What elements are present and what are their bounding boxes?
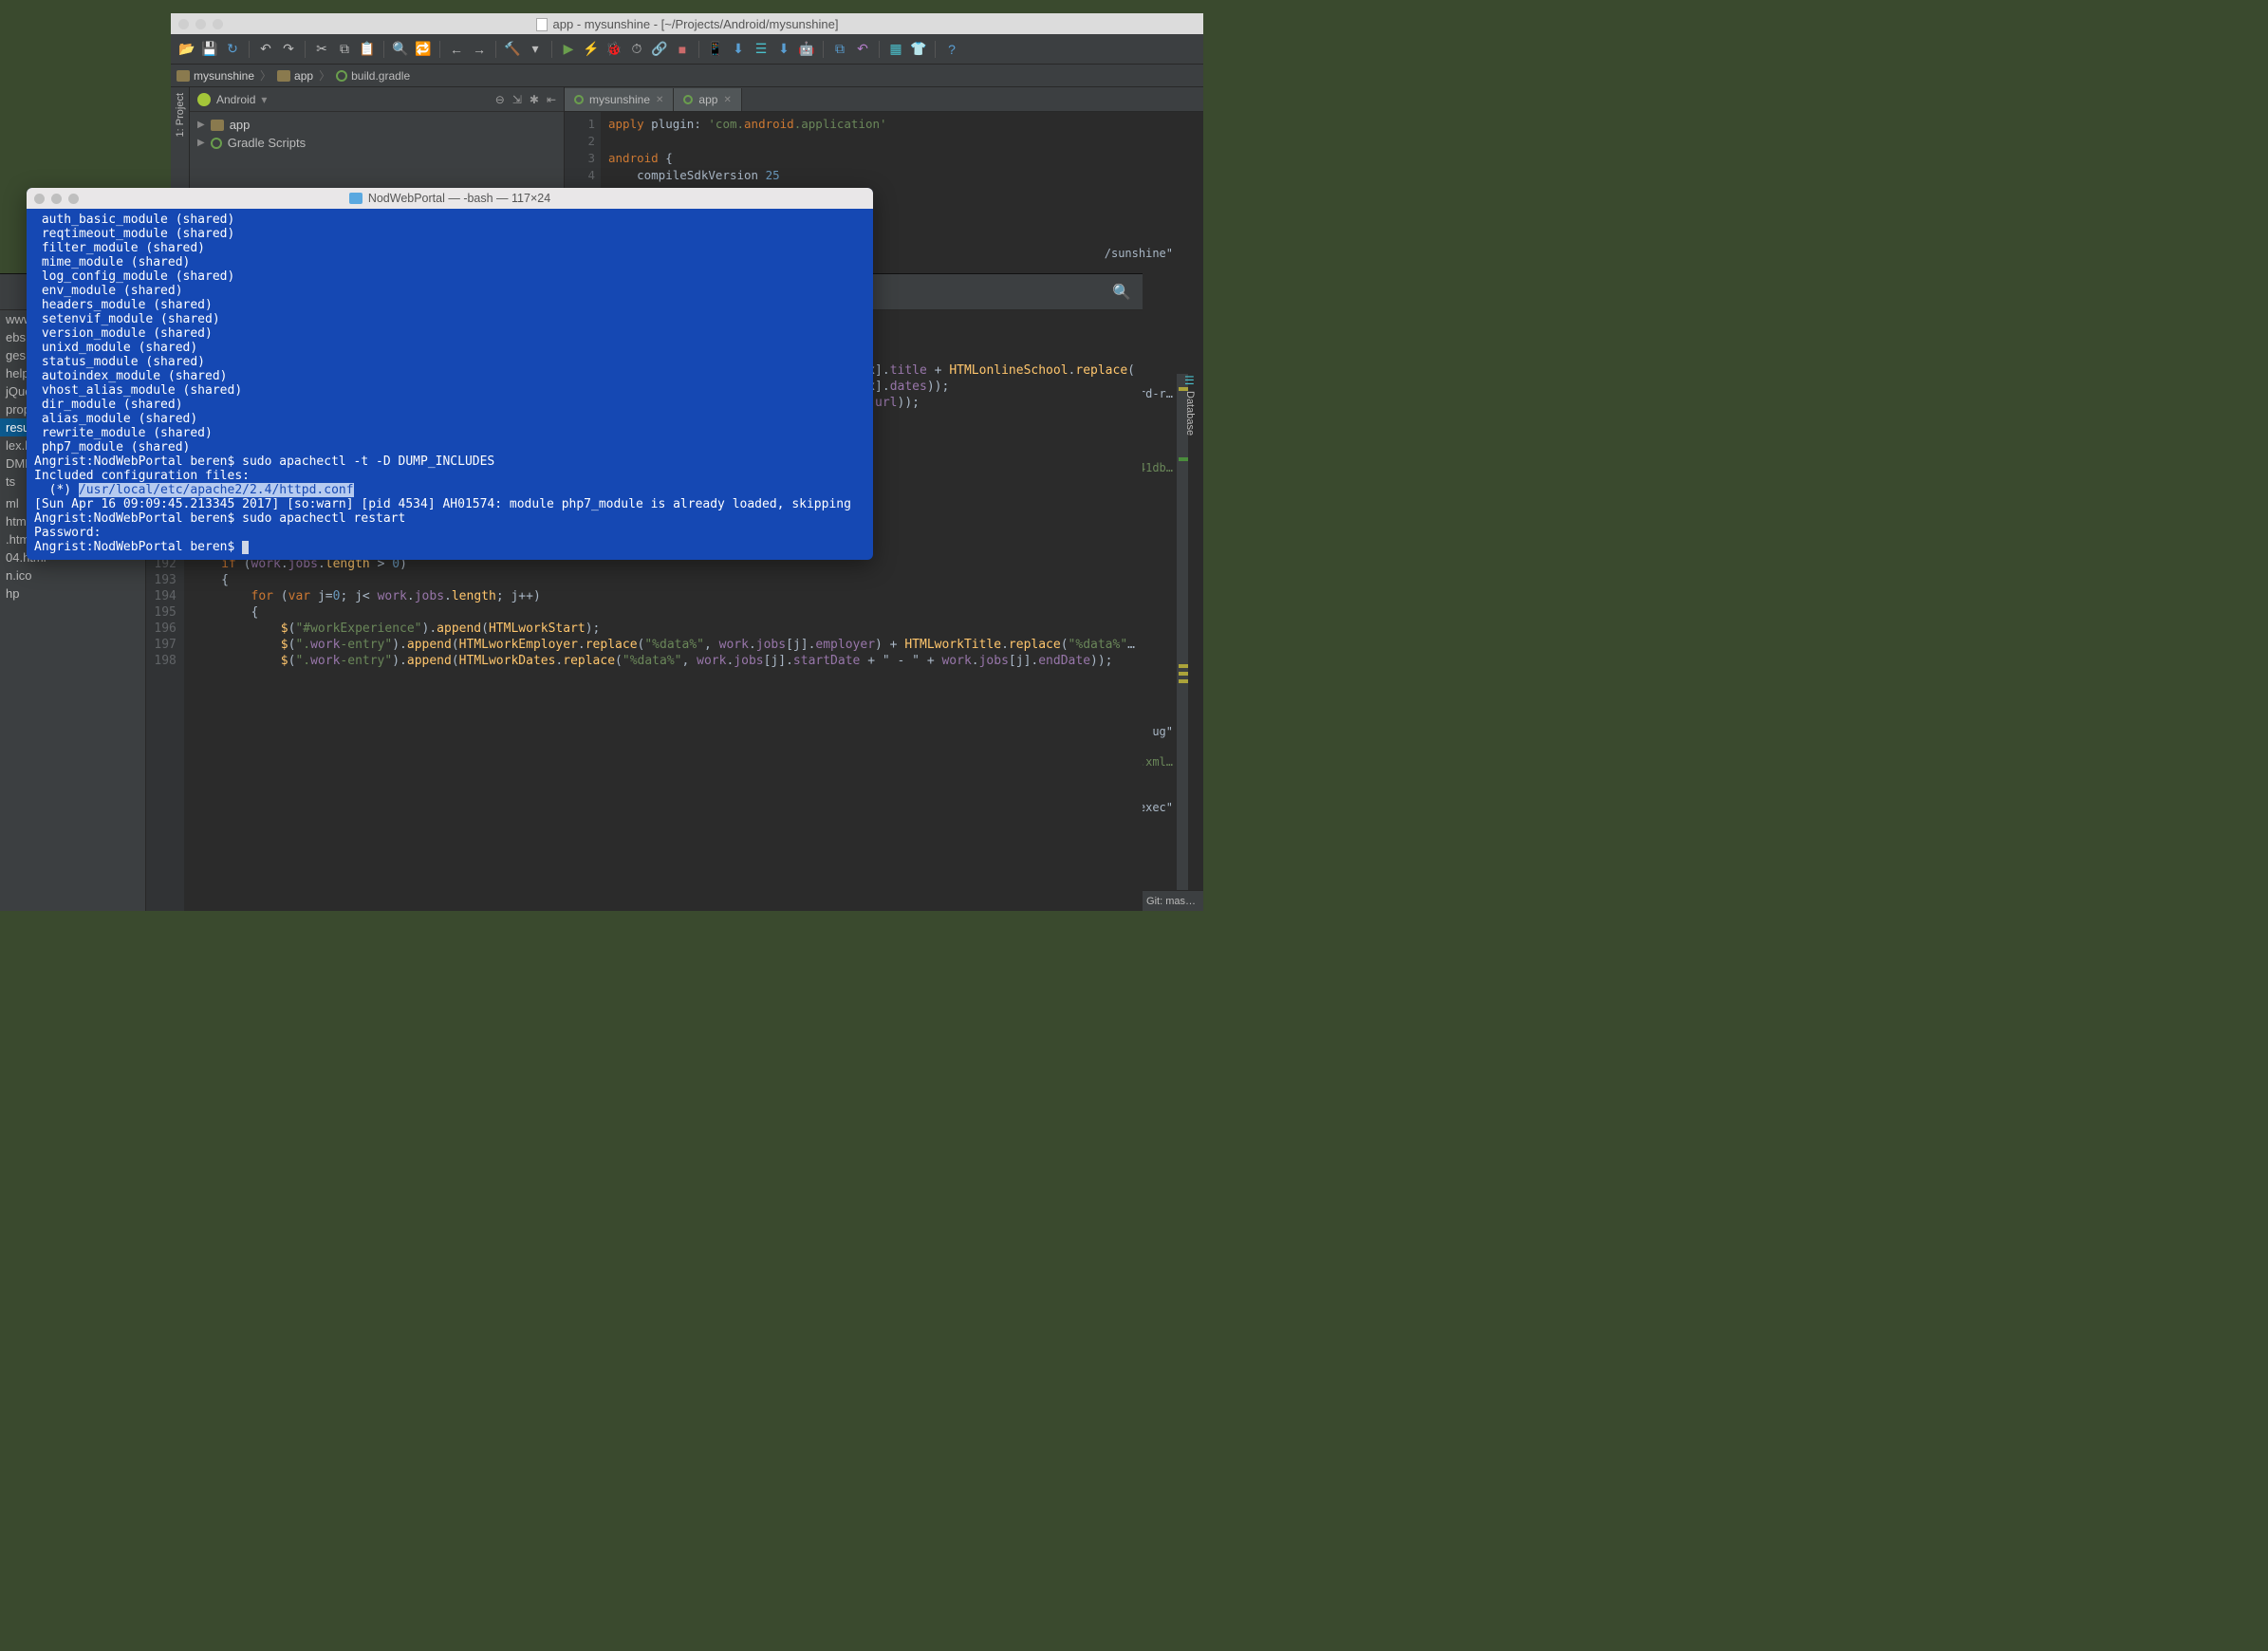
paste-icon[interactable]: 📋 (357, 39, 378, 60)
breadcrumb-project[interactable]: mysunshine (194, 69, 254, 83)
gutter-mark[interactable] (1179, 672, 1188, 676)
help-icon[interactable]: ? (941, 39, 962, 60)
chevron-right-icon: 〉 (260, 67, 271, 83)
gutter-mark[interactable] (1179, 457, 1188, 461)
settings-icon[interactable]: ✱ (530, 93, 539, 106)
close-icon[interactable] (34, 194, 45, 204)
right-tool-tabs: ☰ Database (1184, 374, 1203, 436)
main-toolbar: 📂 💾 ↻ ↶ ↷ ✂ ⧉ 📋 🔍 🔁 ← → 🔨 ▾ ▶ ⚡ 🐞 ⏱ 🔗 ■ … (171, 34, 1203, 65)
gradle-icon (574, 95, 584, 104)
window-controls[interactable] (34, 194, 79, 204)
file-item[interactable]: hp (0, 584, 145, 603)
open-icon[interactable]: 📂 (177, 39, 197, 60)
attach-icon[interactable]: 🔗 (649, 39, 670, 60)
tree-node-app[interactable]: ▶ app (197, 116, 556, 134)
folder-icon (211, 120, 224, 131)
run-icon[interactable]: ▶ (558, 39, 579, 60)
folder-icon (177, 70, 190, 82)
search-icon[interactable]: 🔍 (1112, 283, 1131, 302)
database-icon[interactable]: ☰ (1184, 374, 1203, 387)
download-icon[interactable]: ⬇ (773, 39, 794, 60)
android-icon[interactable]: 🤖 (796, 39, 817, 60)
hide-icon[interactable]: ⇤ (547, 93, 556, 106)
database-tab[interactable]: Database (1184, 391, 1196, 436)
breadcrumb-file[interactable]: build.gradle (351, 69, 410, 83)
run-config-icon[interactable]: ▾ (525, 39, 546, 60)
cut-icon[interactable]: ✂ (311, 39, 332, 60)
gutter-mark[interactable] (1179, 664, 1188, 668)
project-view-mode[interactable]: Android (216, 93, 255, 106)
tree-label: app (230, 118, 251, 132)
structure-icon[interactable]: ⧉ (829, 39, 850, 60)
disclosure-icon[interactable]: ▶ (197, 138, 205, 148)
terminal-titlebar[interactable]: NodWebPortal — -bash — 117×24 (27, 188, 873, 209)
right-gutter (1177, 374, 1188, 892)
close-icon[interactable] (178, 19, 189, 29)
collapse-icon[interactable]: ⊖ (495, 93, 505, 106)
find-icon[interactable]: 🔍 (390, 39, 411, 60)
save-icon[interactable]: 💾 (199, 39, 220, 60)
editor-tabs: mysunshine ✕ app ✕ (565, 87, 1203, 112)
copy-icon[interactable]: ⧉ (334, 39, 355, 60)
tree-node-gradle[interactable]: ▶ Gradle Scripts (197, 134, 556, 152)
layout-icon[interactable]: ▦ (885, 39, 906, 60)
gradle-icon (683, 95, 693, 104)
disclosure-icon[interactable]: ▶ (197, 120, 205, 130)
project-tree: ▶ app ▶ Gradle Scripts (190, 112, 564, 156)
redo-icon[interactable]: ↷ (278, 39, 299, 60)
debug-icon[interactable]: 🐞 (604, 39, 624, 60)
breadcrumb-module[interactable]: app (294, 69, 313, 83)
tab-label: mysunshine (589, 93, 650, 106)
minimize-icon[interactable] (51, 194, 62, 204)
zoom-icon[interactable] (213, 19, 223, 29)
expand-icon[interactable]: ⇲ (512, 93, 522, 106)
undo-icon[interactable]: ↶ (255, 39, 276, 60)
android-icon (197, 93, 211, 106)
replace-icon[interactable]: 🔁 (413, 39, 434, 60)
editor-tab-app[interactable]: app ✕ (674, 88, 741, 111)
forward-icon[interactable]: → (469, 39, 490, 60)
terminal-output[interactable]: auth_basic_module (shared) reqtimeout_mo… (27, 209, 873, 558)
theme-icon[interactable]: 👕 (908, 39, 929, 60)
gutter-mark[interactable] (1179, 679, 1188, 683)
gradle-icon (211, 138, 222, 149)
zoom-icon[interactable] (68, 194, 79, 204)
git-indicator[interactable]: Git: mas… (1146, 896, 1196, 907)
minimize-icon[interactable] (195, 19, 206, 29)
breadcrumb: mysunshine 〉 app 〉 build.gradle (171, 65, 1203, 87)
window-title: app - mysunshine - [~/Projects/Android/m… (553, 17, 839, 31)
make-icon[interactable]: 🔨 (502, 39, 523, 60)
chevron-down-icon[interactable]: ▾ (261, 93, 267, 106)
chevron-right-icon: 〉 (319, 67, 330, 83)
project-panel-header: Android ▾ ⊖ ⇲ ✱ ⇤ (190, 87, 564, 112)
close-icon[interactable]: ✕ (723, 95, 731, 105)
apply-changes-icon[interactable]: ⚡ (581, 39, 602, 60)
folder-icon (349, 193, 363, 204)
stop-icon[interactable]: ■ (672, 39, 693, 60)
hint-text: /sunshine" (1105, 247, 1173, 260)
sdk-icon[interactable]: ⬇ (728, 39, 749, 60)
folder-icon (277, 70, 290, 82)
project-tab[interactable]: 1: Project (175, 93, 186, 137)
window-controls[interactable] (178, 19, 223, 29)
avd-icon[interactable]: 📱 (705, 39, 726, 60)
profile-icon[interactable]: ⏱ (626, 39, 647, 60)
hint-text: ug" (1152, 725, 1173, 738)
tab-label: app (698, 93, 717, 106)
titlebar[interactable]: app - mysunshine - [~/Projects/Android/m… (171, 13, 1203, 34)
sync-icon[interactable]: ↻ (222, 39, 243, 60)
file-item[interactable]: n.ico (0, 566, 145, 584)
close-icon[interactable]: ✕ (656, 95, 663, 105)
terminal-title: NodWebPortal — -bash — 117×24 (368, 192, 550, 205)
revert-icon[interactable]: ↶ (852, 39, 873, 60)
back-icon[interactable]: ← (446, 39, 467, 60)
document-icon (536, 18, 548, 31)
editor-tab-mysunshine[interactable]: mysunshine ✕ (565, 88, 674, 111)
tree-label: Gradle Scripts (228, 136, 306, 150)
gradle-icon (336, 70, 347, 82)
gradle-sync-icon[interactable]: ☰ (751, 39, 771, 60)
terminal-window[interactable]: NodWebPortal — -bash — 117×24 auth_basic… (27, 188, 873, 560)
